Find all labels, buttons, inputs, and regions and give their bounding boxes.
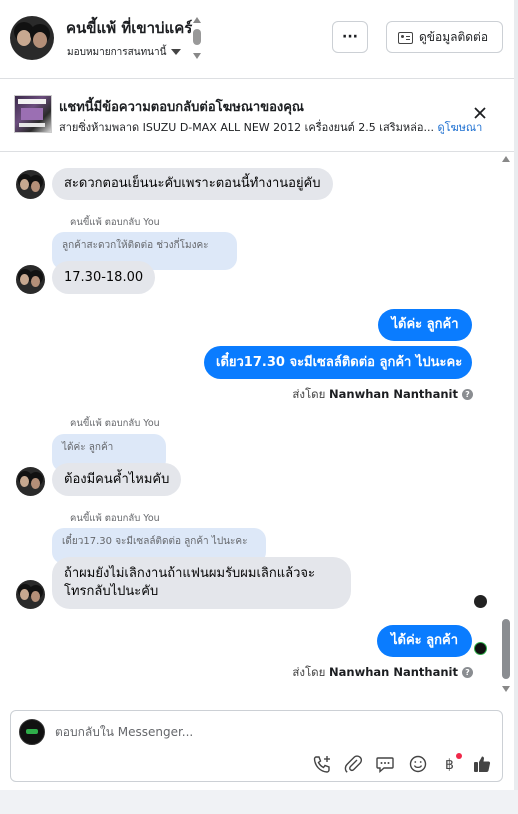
message-composer: ฿ [10,710,503,782]
seen-receipt-avatar [474,595,487,608]
scroll-thumb[interactable] [193,29,201,45]
incoming-message[interactable]: ถ้าผมยังไม่เลิกงานถ้าแฟนผมรับผมเลิกแล้วจ… [52,557,351,609]
sender-avatar[interactable] [16,580,45,609]
ad-description: สายซิ่งห้ามพลาด ISUZU D-MAX ALL NEW 2012… [59,121,438,134]
sender-name: Nanwhan Nanthanit [329,665,458,679]
name-scrollbar[interactable] [192,17,202,61]
contact-avatar[interactable] [10,16,54,60]
assign-conversation-label: มอบหมายการสนทนานี้ [67,47,167,58]
outgoing-message[interactable]: ได้ค่ะ ลูกค้า [377,625,472,657]
scroll-down-icon [502,686,510,692]
view-contact-info-button[interactable]: ดูข้อมูลติดต่อ [386,21,503,53]
scroll-down-icon [193,53,201,59]
chat-scrollbar[interactable] [500,152,512,697]
incoming-message[interactable]: 17.30-18.00 [52,261,156,294]
reply-header: คนขี้แพ้ ตอบกลับ You [70,513,160,524]
view-contact-info-label: ดูข้อมูลติดต่อ [419,30,489,44]
sender-avatar[interactable] [16,467,45,496]
help-icon[interactable]: ? [462,389,473,400]
chat-bubble-icon[interactable] [374,753,396,775]
incoming-message[interactable]: ต้องมีคนค้ำไหมคับ [52,463,182,496]
reply-header: คนขี้แพ้ ตอบกลับ You [70,217,160,228]
assign-conversation-dropdown[interactable]: มอบหมายการสนทนานี้ [67,45,182,60]
chat-scroll-thumb[interactable] [502,619,510,679]
reply-header: คนขี้แพ้ ตอบกลับ You [70,418,160,429]
ad-banner-subtitle: สายซิ่งห้ามพลาด ISUZU D-MAX ALL NEW 2012… [59,118,482,136]
seen-receipt-avatar [474,642,487,655]
conversation-panel: คนขี้แพ้ ที่เขาบ่แคร์ มอบหมายการสนทนานี้… [0,0,514,814]
outgoing-message[interactable]: เดี๋ยว17.30 จะมีเซลล์ติดต่อ ลูกค้า ไปนะค… [204,346,472,379]
phone-add-icon[interactable] [311,753,333,775]
incoming-message[interactable]: สะดวกตอนเย็นนะคับเพราะตอนนี้ทำงานอยู่คับ [52,168,333,200]
notification-dot [456,753,462,759]
sender-avatar[interactable] [16,170,45,199]
ad-reply-banner: แชทนี้มีข้อความตอบกลับต่อโฆษณาของคุณ สาย… [0,79,514,152]
svg-text:฿: ฿ [445,757,454,773]
window-edge [514,0,518,814]
thumbs-up-icon[interactable] [471,753,493,775]
help-icon[interactable]: ? [462,667,473,678]
close-icon[interactable] [470,103,490,123]
ad-banner-title: แชทนี้มีข้อความตอบกลับต่อโฆษณาของคุณ [59,100,304,115]
sent-by-label: ส่งโดย Nanwhan Nanthanit? [290,664,473,682]
bottom-bar [0,790,518,814]
paperclip-icon[interactable] [342,753,364,775]
scroll-up-icon [193,17,201,23]
sender-avatar[interactable] [16,265,45,294]
scroll-up-icon [502,156,510,162]
chevron-down-icon [171,49,182,55]
sent-by-label: ส่งโดย Nanwhan Nanthanit? [290,386,473,404]
sender-name: Nanwhan Nanthanit [329,387,458,401]
outgoing-message[interactable]: ได้ค่ะ ลูกค้า [378,309,472,341]
page-avatar [19,719,45,745]
reply-input[interactable] [55,722,355,742]
emoji-icon[interactable] [407,753,429,775]
ad-thumbnail[interactable] [14,95,52,133]
contact-card-icon [398,32,413,44]
message-line: โทรกลับไปนะคับ [64,584,159,599]
message-line: ถ้าผมยังไม่เลิกงานถ้าแฟนผมรับผมเลิกแล้วจ… [64,566,316,581]
more-options-button[interactable]: ··· [332,21,368,53]
contact-name[interactable]: คนขี้แพ้ ที่เขาบ่แคร์ [66,16,192,40]
conversation-header: คนขี้แพ้ ที่เขาบ่แคร์ มอบหมายการสนทนานี้… [0,0,514,79]
